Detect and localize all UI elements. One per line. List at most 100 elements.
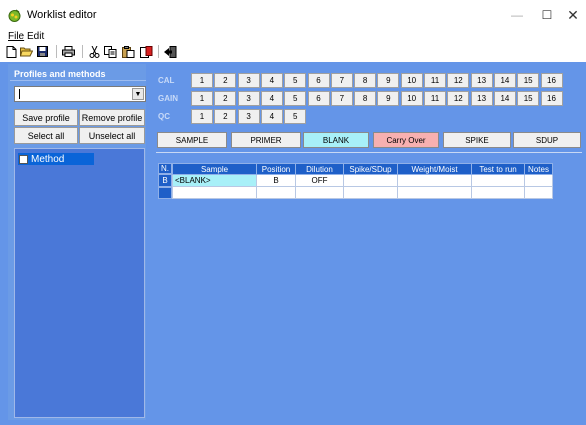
cell-test[interactable] — [471, 186, 525, 199]
qc-button-1[interactable]: 1 — [191, 109, 213, 124]
method-label: Method — [31, 153, 65, 165]
blank-button[interactable]: BLANK — [303, 132, 369, 148]
col-header[interactable]: Notes — [524, 163, 553, 175]
cal-button-8[interactable]: 8 — [354, 73, 377, 88]
cell-position[interactable] — [256, 186, 296, 199]
worklist-table[interactable]: Sample Position Dilution Spike/SDup Weig… — [172, 163, 553, 199]
app-icon — [8, 9, 21, 22]
cal-button-11[interactable]: 11 — [424, 73, 446, 88]
col-header[interactable]: Weight/Moist — [397, 163, 472, 175]
cal-button-3[interactable]: 3 — [237, 73, 260, 88]
cal-button-15[interactable]: 15 — [517, 73, 540, 88]
carry-over-button[interactable]: Carry Over — [373, 132, 439, 148]
select-all-button[interactable]: Select all — [14, 127, 78, 144]
gain-button-7[interactable]: 7 — [330, 91, 353, 106]
chevron-down-icon[interactable]: ▼ — [132, 88, 144, 100]
window-title: Worklist editor — [27, 9, 97, 21]
cal-button-2[interactable]: 2 — [214, 73, 237, 88]
table-row[interactable]: <BLANK> B OFF — [172, 174, 553, 187]
cell-sample[interactable] — [172, 186, 257, 199]
col-header[interactable]: Dilution — [295, 163, 344, 175]
cell-dilution[interactable]: OFF — [295, 174, 344, 187]
gain-button-13[interactable]: 13 — [470, 91, 493, 106]
close-button[interactable]: ✕ — [556, 0, 586, 30]
gain-button-5[interactable]: 5 — [284, 91, 307, 106]
cal-button-16[interactable]: 16 — [540, 73, 563, 88]
menu-bar: File Edit — [0, 30, 586, 43]
cell-spike[interactable] — [343, 174, 398, 187]
cell-test[interactable] — [471, 174, 525, 187]
gain-button-15[interactable]: 15 — [517, 91, 540, 106]
cell-notes[interactable] — [524, 174, 553, 187]
row-number-empty[interactable] — [158, 187, 172, 199]
gain-button-6[interactable]: 6 — [307, 91, 330, 106]
remove-profile-button[interactable]: Remove profile — [79, 109, 145, 126]
menu-edit[interactable]: Edit — [27, 30, 44, 43]
col-header[interactable]: Spike/SDup — [343, 163, 398, 175]
col-header[interactable]: Test to run — [471, 163, 525, 175]
row-number[interactable]: B — [158, 174, 172, 187]
cal-button-7[interactable]: 7 — [330, 73, 353, 88]
save-profile-button[interactable]: Save profile — [14, 109, 78, 126]
cal-button-9[interactable]: 9 — [377, 73, 400, 88]
paste-icon[interactable] — [122, 45, 135, 58]
cal-button-6[interactable]: 6 — [307, 73, 330, 88]
minimize-button[interactable]: — — [500, 0, 534, 30]
table-row[interactable] — [172, 186, 553, 199]
toolbar — [0, 43, 586, 60]
cell-dilution[interactable] — [295, 186, 344, 199]
profile-combo[interactable]: ▼ — [14, 86, 146, 102]
delete-icon[interactable] — [140, 45, 153, 58]
gain-button-9[interactable]: 9 — [377, 91, 400, 106]
sample-button[interactable]: SAMPLE — [157, 132, 227, 148]
new-icon[interactable] — [5, 45, 18, 58]
grid-divider — [156, 152, 582, 153]
menu-file[interactable]: File — [8, 30, 24, 43]
cell-weight[interactable] — [397, 174, 472, 187]
cut-icon[interactable] — [88, 45, 101, 58]
cell-spike[interactable] — [343, 186, 398, 199]
sdup-button[interactable]: SDUP — [513, 132, 581, 148]
method-checkbox[interactable] — [19, 154, 28, 164]
unselect-all-button[interactable]: Unselect all — [79, 127, 145, 144]
cal-button-14[interactable]: 14 — [493, 73, 516, 88]
primer-button[interactable]: PRIMER — [231, 132, 301, 148]
gain-button-11[interactable]: 11 — [424, 91, 446, 106]
print-icon[interactable] — [62, 45, 75, 58]
cal-button-1[interactable]: 1 — [191, 73, 213, 88]
qc-button-2[interactable]: 2 — [214, 109, 237, 124]
cal-button-13[interactable]: 13 — [470, 73, 493, 88]
gain-button-1[interactable]: 1 — [191, 91, 213, 106]
gain-button-2[interactable]: 2 — [214, 91, 237, 106]
qc-button-5[interactable]: 5 — [284, 109, 307, 124]
spike-button[interactable]: SPIKE — [443, 132, 511, 148]
gain-button-14[interactable]: 14 — [493, 91, 516, 106]
open-icon[interactable] — [20, 45, 33, 58]
qc-label: QC — [158, 112, 170, 121]
qc-button-3[interactable]: 3 — [237, 109, 260, 124]
gain-button-3[interactable]: 3 — [237, 91, 260, 106]
cal-button-4[interactable]: 4 — [260, 73, 283, 88]
cell-notes[interactable] — [524, 186, 553, 199]
gain-button-8[interactable]: 8 — [354, 91, 377, 106]
row-number-header: N. — [158, 163, 172, 174]
cal-button-5[interactable]: 5 — [284, 73, 307, 88]
copy-icon[interactable] — [104, 45, 117, 58]
col-header[interactable]: Sample — [172, 163, 257, 175]
gain-button-10[interactable]: 10 — [400, 91, 423, 106]
cal-button-10[interactable]: 10 — [400, 73, 423, 88]
gain-label: GAIN — [158, 94, 178, 103]
cal-button-12[interactable]: 12 — [447, 73, 470, 88]
exit-icon[interactable] — [164, 45, 177, 58]
method-list[interactable]: Method — [14, 148, 145, 418]
gain-button-12[interactable]: 12 — [447, 91, 470, 106]
gain-button-4[interactable]: 4 — [260, 91, 283, 106]
save-icon[interactable] — [36, 45, 49, 58]
cell-sample[interactable]: <BLANK> — [172, 174, 257, 187]
cell-weight[interactable] — [397, 186, 472, 199]
qc-button-4[interactable]: 4 — [260, 109, 283, 124]
col-header[interactable]: Position — [256, 163, 296, 175]
method-list-item[interactable]: Method — [18, 153, 94, 165]
cell-position[interactable]: B — [256, 174, 296, 187]
gain-button-16[interactable]: 16 — [540, 91, 563, 106]
